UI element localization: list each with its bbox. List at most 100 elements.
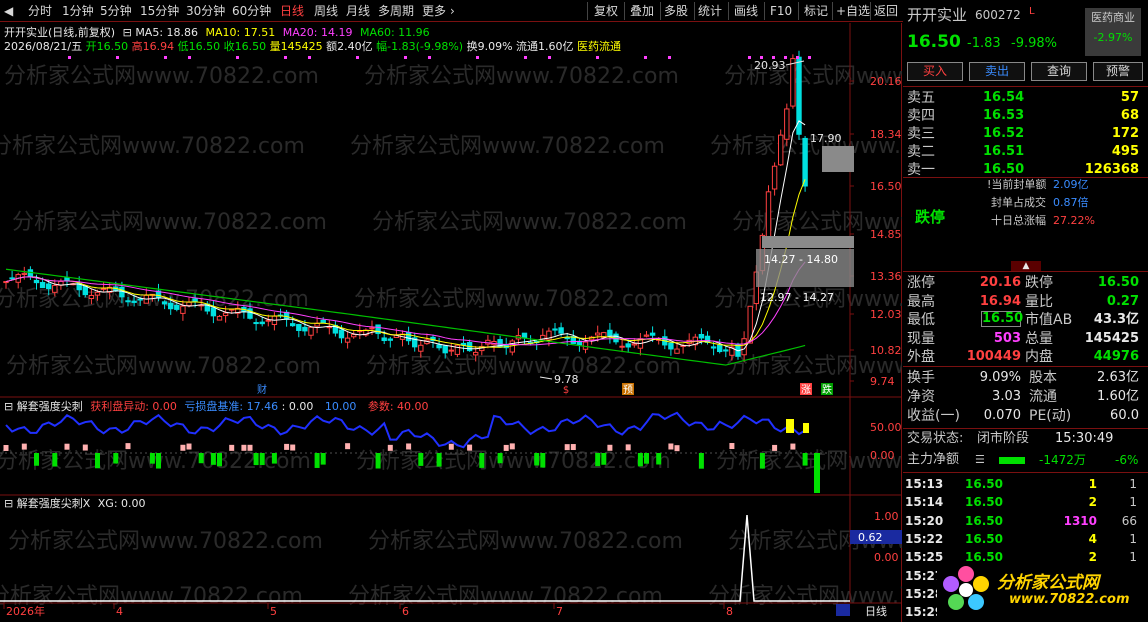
date-axis-label: 7 (556, 605, 563, 618)
price-axis-label: 20.16 (870, 75, 902, 88)
list-icon[interactable]: ☰ (975, 451, 985, 469)
period-tab-timeshare[interactable]: 分时 (28, 3, 52, 19)
multi-stock-button[interactable]: 多股 (664, 3, 688, 19)
tick-volume: 2 (1088, 495, 1097, 510)
current-price: 16.50 (907, 32, 961, 52)
draw-line-button[interactable]: 画线 (734, 3, 758, 19)
stat-label: 内盘 (1025, 349, 1053, 365)
candle-body (442, 345, 448, 354)
candle-body (137, 298, 143, 301)
ohlc-low: 低16.50 (177, 40, 221, 53)
ma5-label: MA5: 18.86 (135, 26, 199, 39)
period-tab-60min[interactable]: 60分钟 (232, 3, 271, 19)
period-tab-daily[interactable]: 日线 (280, 3, 304, 19)
fin-label: 换手 (907, 370, 935, 386)
ohlc-range: 幅-1.83(-9.98%) (376, 40, 464, 53)
stat-value: 0.27 (1106, 293, 1139, 309)
candle-body (625, 343, 631, 348)
indicator1-profit: 获利盘异动: 0.00 (90, 400, 177, 413)
sell-button[interactable]: 卖出 (969, 62, 1025, 81)
stat-value: 44976 (1093, 349, 1139, 364)
period-tab-multi[interactable]: 多周期 (378, 3, 414, 19)
buy-button[interactable]: 买入 (907, 62, 963, 81)
add-watchlist-button[interactable]: +自选 (836, 3, 870, 19)
candle-body (46, 283, 52, 290)
minus-box-icon[interactable]: ⊟ (4, 400, 13, 413)
ind1-green-bar (113, 453, 119, 464)
toolbar-divider (587, 2, 588, 20)
signal-dot (284, 56, 287, 59)
ask-price: 16.51 (983, 144, 1025, 159)
ask-price: 16.53 (983, 108, 1025, 123)
ind1-green-bar (259, 453, 265, 466)
minus-box-icon[interactable]: ⊟ (4, 497, 13, 510)
period-tab-5min[interactable]: 5分钟 (100, 3, 132, 19)
indicator2-xg: XG: 0.00 (97, 497, 146, 510)
period-tab-weekly[interactable]: 周线 (314, 3, 338, 19)
candle-body (283, 311, 290, 320)
watermark-text: 分析家公式网www.70822.com (8, 529, 323, 554)
signal-dot (596, 56, 599, 59)
candle-body (39, 281, 46, 289)
f10-button[interactable]: F10 (770, 3, 792, 19)
ohlc-amount: 额2.40亿 (326, 40, 373, 53)
candle-body (784, 108, 790, 140)
period-tab-monthly[interactable]: 月线 (346, 3, 370, 19)
fin-label: 股本 (1029, 370, 1057, 386)
candle-body (595, 332, 601, 336)
adjust-button[interactable]: 复权 (594, 3, 618, 19)
period-tab-more[interactable]: 更多 (422, 3, 446, 19)
candle-body (210, 307, 217, 317)
kline-chart-area[interactable]: 分析家公式网www.70822.com 分析家公式网www.70822.com 分析… (0, 23, 902, 622)
mark-button[interactable]: 标记 (804, 3, 828, 19)
statistics-button[interactable]: 统计 (698, 3, 722, 19)
candle-body (436, 344, 442, 349)
stat-value: 145425 (1084, 330, 1139, 346)
period-tab-1min[interactable]: 1分钟 (62, 3, 94, 19)
date-axis-label: 8 (726, 605, 733, 618)
watermark-text: 分析家公式网www.70822.com (0, 134, 305, 159)
market-state-value: 闭市阶段 (977, 431, 1030, 446)
ind1-green-bar (497, 453, 503, 464)
candle-body (186, 301, 192, 306)
sector-change: -2.97% (1093, 31, 1133, 44)
ind1-green-bar (198, 453, 204, 464)
ind1-green-bar (698, 453, 704, 469)
ind1-pink-bar (125, 443, 131, 450)
ind1-green-bar (540, 453, 546, 468)
minus-box-icon[interactable]: ⊟ (123, 26, 132, 39)
query-button[interactable]: 查询 (1031, 62, 1087, 81)
period-tab-15min[interactable]: 15分钟 (140, 3, 179, 19)
divider (903, 86, 1148, 87)
price-axis-label: 18.34 (870, 128, 902, 141)
limit-status: 跌停 (915, 208, 946, 226)
fin-value: 9.09% (979, 370, 1021, 385)
ohlc-tag: 医药流通 (577, 40, 622, 53)
toolbar-divider (870, 2, 871, 20)
ohlc-date: 2026/08/21/五 (4, 40, 83, 53)
watermark-text: 分析家公式网www.70822.com (12, 210, 327, 235)
stock-code: 600272 (975, 8, 1021, 22)
kline-chart-canvas[interactable]: 分析家公式网www.70822.com 分析家公式网www.70822.com 分析… (0, 23, 902, 622)
period-tab-30min[interactable]: 30分钟 (186, 3, 225, 19)
event-tag-finance: 财 (257, 383, 267, 396)
candle-body (723, 349, 729, 352)
ind1-pink-bar (247, 444, 253, 451)
overlay-button[interactable]: 叠加 (630, 3, 654, 19)
fin-value: 2.63亿 (1097, 370, 1139, 385)
seal-ratio: 0.87倍 (1053, 196, 1089, 209)
ind1-pink-bar (387, 444, 393, 451)
ask-price: 16.54 (983, 90, 1025, 105)
back-arrow-icon[interactable]: ◀ (4, 3, 13, 19)
candle-body (643, 334, 650, 337)
tick-volume: 1310 (1063, 513, 1097, 528)
indicator1-val3: : 0.00 (281, 400, 314, 413)
return-button[interactable]: 返回 (874, 3, 898, 19)
seal-ratio-label: 封单占成交 (991, 196, 1046, 209)
sector-box[interactable]: 医药商业 -2.97% (1085, 8, 1141, 56)
stock-badge: L (1029, 6, 1035, 17)
ma60-line (5, 268, 806, 366)
alert-button[interactable]: 预警 (1093, 62, 1143, 81)
chevron-right-icon[interactable]: › (450, 3, 455, 19)
candle-body (418, 344, 424, 352)
